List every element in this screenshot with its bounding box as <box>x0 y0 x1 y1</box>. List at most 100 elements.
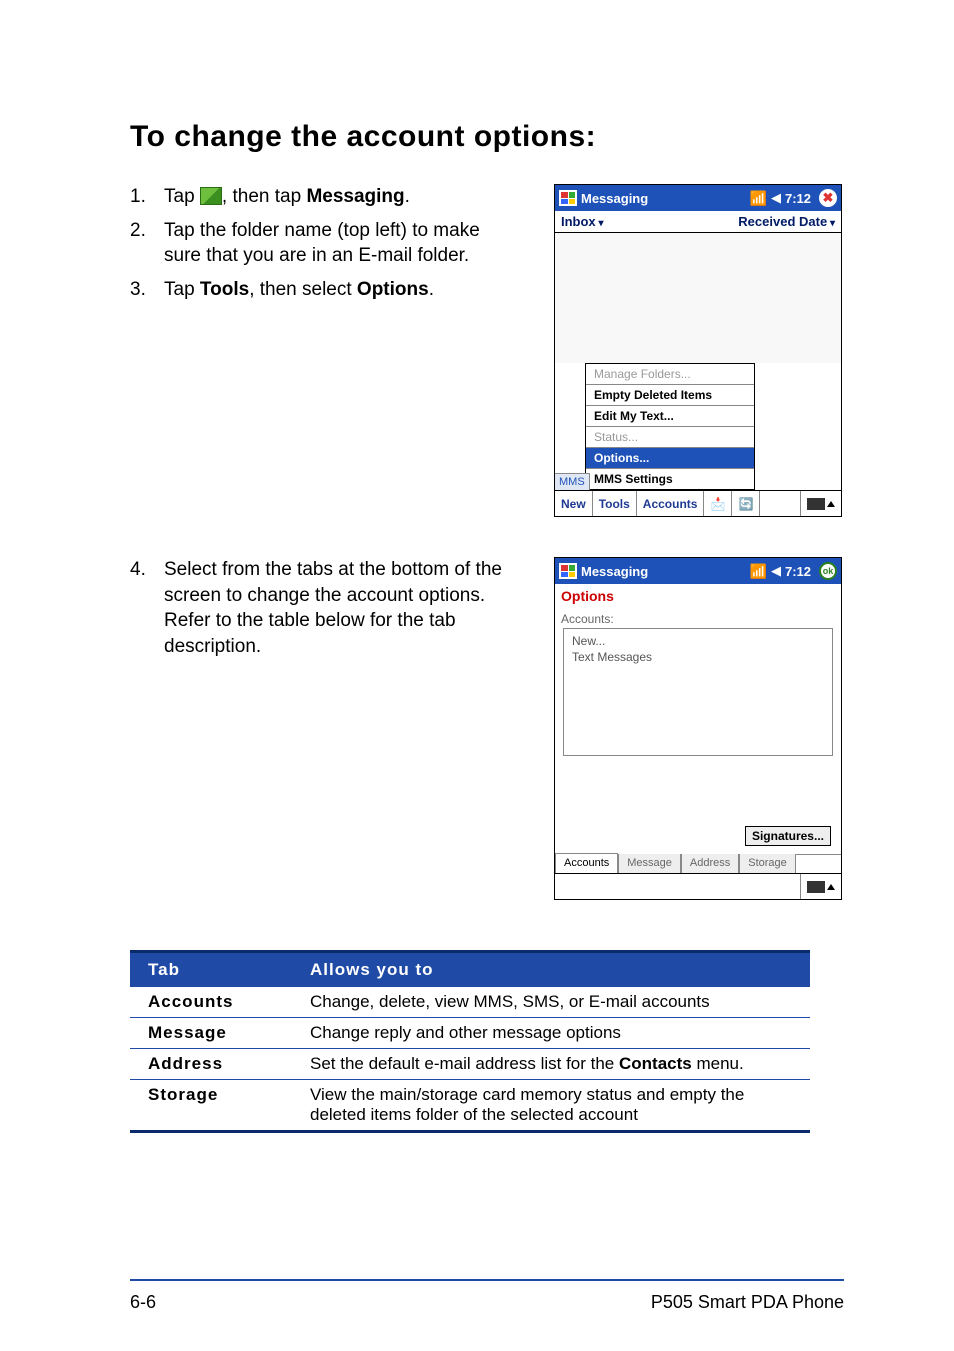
keyboard-icon <box>807 881 825 893</box>
accounts-label: Accounts: <box>555 612 841 628</box>
titlebar: Messaging 📶 ◀ 7:12 ✖ <box>555 185 841 211</box>
tab-accounts[interactable]: Accounts <box>555 853 618 873</box>
step-text: Tap <box>164 279 200 300</box>
speaker-icon: ◀ <box>771 190 781 206</box>
td-tab: Address <box>130 1049 310 1079</box>
account-item-text[interactable]: Text Messages <box>572 649 824 665</box>
signatures-button[interactable]: Signatures... <box>745 826 831 846</box>
step-text: Tap <box>164 186 200 207</box>
sort-dropdown[interactable]: Received Date <box>738 214 835 229</box>
th-desc: Allows you to <box>310 953 810 987</box>
step-text: . <box>429 279 434 300</box>
th-tab: Tab <box>130 953 310 987</box>
page-number: 6-6 <box>130 1292 156 1313</box>
step-3: 3. Tap Tools, then select Options. <box>130 277 520 303</box>
app-title: Messaging <box>581 564 750 579</box>
folder-dropdown[interactable]: Inbox <box>561 214 603 229</box>
bb-new[interactable]: New <box>555 491 593 516</box>
table-row: Message Change reply and other message o… <box>130 1018 810 1049</box>
signal-icon: 📶 <box>750 190 767 207</box>
message-list-area <box>555 233 841 363</box>
top-section: 1. Tap , then tap Messaging. 2. Tap the … <box>130 184 844 547</box>
td-desc: Set the default e-mail address list for … <box>310 1049 810 1079</box>
step-number: 3. <box>130 277 164 303</box>
clock-text: 7:12 <box>785 191 811 206</box>
tools-label: Tools <box>200 279 249 300</box>
product-name: P505 Smart PDA Phone <box>651 1292 844 1313</box>
screenshot-messaging-tools: Messaging 📶 ◀ 7:12 ✖ Inbox Received Date… <box>554 184 842 517</box>
chevron-up-icon <box>827 501 835 507</box>
screenshots-column-2: Messaging 📶 ◀ 7:12 ok Options Accounts: … <box>554 557 844 930</box>
screenshot-options: Messaging 📶 ◀ 7:12 ok Options Accounts: … <box>554 557 842 900</box>
step-text: Select from the tabs at the bottom of th… <box>164 557 520 660</box>
td-tab: Accounts <box>130 987 310 1017</box>
signal-icon: 📶 <box>750 563 767 580</box>
bottom-bar: New Tools Accounts 📩 🔄 <box>555 490 841 516</box>
options-header: Options <box>555 584 841 612</box>
instruction-list: 1. Tap , then tap Messaging. 2. Tap the … <box>130 184 520 547</box>
page-footer: 6-6 P505 Smart PDA Phone <box>130 1292 844 1313</box>
keyboard-icon <box>807 498 825 510</box>
table-row: Address Set the default e-mail address l… <box>130 1049 810 1080</box>
td-desc: Change reply and other message options <box>310 1018 810 1048</box>
chevron-up-icon <box>827 884 835 890</box>
folder-bar: Inbox Received Date <box>555 211 841 233</box>
step-number: 2. <box>130 218 164 269</box>
footer-rule <box>130 1279 844 1281</box>
options-label: Options <box>357 279 429 300</box>
ok-icon[interactable]: ok <box>819 562 837 580</box>
bb-icon-1[interactable]: 📩 <box>704 491 732 516</box>
contacts-bold: Contacts <box>619 1054 692 1073</box>
td-tab: Message <box>130 1018 310 1048</box>
titlebar: Messaging 📶 ◀ 7:12 ok <box>555 558 841 584</box>
bottom-bar <box>555 873 841 899</box>
menu-edit-my-text[interactable]: Edit My Text... <box>586 405 754 426</box>
accounts-listbox[interactable]: New... Text Messages <box>563 628 833 756</box>
page-heading: To change the account options: <box>130 120 844 154</box>
step-text: . <box>405 186 410 207</box>
step-text: , then select <box>249 279 357 300</box>
step-number: 4. <box>130 557 164 660</box>
table-header: Tab Allows you to <box>130 953 810 987</box>
account-item-new[interactable]: New... <box>572 633 824 649</box>
td-tab: Storage <box>130 1080 310 1130</box>
tab-address[interactable]: Address <box>681 854 739 873</box>
tools-menu: Manage Folders... Empty Deleted Items Ed… <box>585 363 755 490</box>
keyboard-toggle[interactable] <box>800 874 841 899</box>
clock-text: 7:12 <box>785 564 811 579</box>
step-4: 4. Select from the tabs at the bottom of… <box>130 557 520 660</box>
speaker-icon: ◀ <box>771 563 781 579</box>
step-text: , then tap <box>222 186 307 207</box>
step-1: 1. Tap , then tap Messaging. <box>130 184 520 210</box>
windows-flag-icon[interactable] <box>559 190 577 206</box>
tab-storage[interactable]: Storage <box>739 854 796 873</box>
mms-tab[interactable]: MMS <box>555 473 590 490</box>
windows-flag-icon[interactable] <box>559 563 577 579</box>
close-icon[interactable]: ✖ <box>819 189 837 207</box>
table-row: Accounts Change, delete, view MMS, SMS, … <box>130 987 810 1018</box>
td-desc: Change, delete, view MMS, SMS, or E-mail… <box>310 987 810 1017</box>
bb-accounts[interactable]: Accounts <box>637 491 705 516</box>
step-number: 1. <box>130 184 164 210</box>
keyboard-toggle[interactable] <box>800 491 841 516</box>
menu-status[interactable]: Status... <box>586 426 754 447</box>
mid-section: 4. Select from the tabs at the bottom of… <box>130 557 844 930</box>
app-title: Messaging <box>581 191 750 206</box>
menu-mms-settings[interactable]: MMS Settings <box>586 468 754 489</box>
options-tabs: Accounts Message Address Storage <box>555 854 841 873</box>
step-2: 2. Tap the folder name (top left) to mak… <box>130 218 520 269</box>
screenshots-column: Messaging 📶 ◀ 7:12 ✖ Inbox Received Date… <box>554 184 844 547</box>
bb-tools[interactable]: Tools <box>593 491 637 516</box>
td-desc: View the main/storage card memory status… <box>310 1080 810 1130</box>
start-icon <box>200 187 222 205</box>
bb-icon-2[interactable]: 🔄 <box>732 491 760 516</box>
tab-message[interactable]: Message <box>618 854 681 873</box>
instruction-list-2: 4. Select from the tabs at the bottom of… <box>130 557 520 930</box>
table-row: Storage View the main/storage card memor… <box>130 1080 810 1130</box>
menu-options[interactable]: Options... <box>586 447 754 468</box>
menu-empty-deleted[interactable]: Empty Deleted Items <box>586 384 754 405</box>
menu-manage-folders[interactable]: Manage Folders... <box>586 364 754 384</box>
step-text: Tap the folder name (top left) to make s… <box>164 218 520 269</box>
tab-description-table: Tab Allows you to Accounts Change, delet… <box>130 950 810 1133</box>
messaging-label: Messaging <box>306 186 404 207</box>
